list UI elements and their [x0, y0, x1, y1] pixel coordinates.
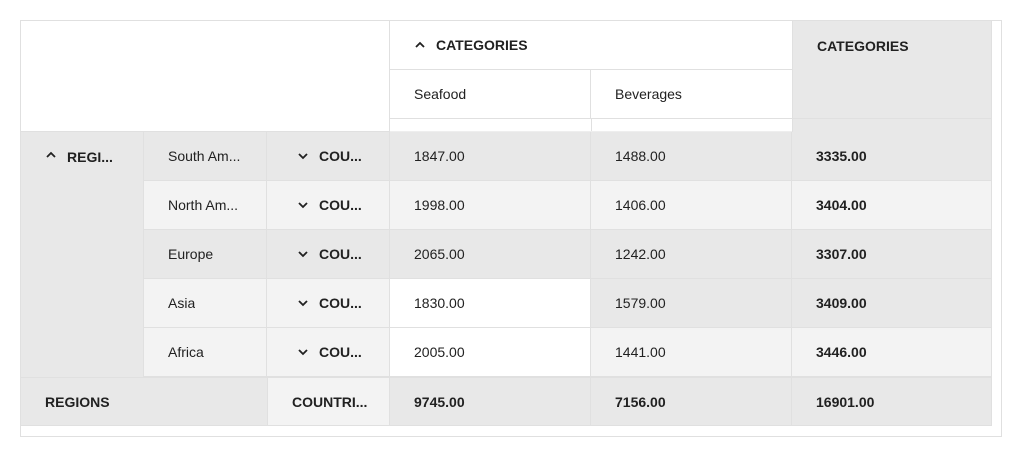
data-cell[interactable]: 2065.00 — [390, 230, 591, 279]
data-cell[interactable]: 2005.00 — [390, 328, 591, 377]
row-dimension-label: REGI... — [67, 149, 113, 165]
column-header-seafood[interactable]: Seafood — [390, 70, 591, 119]
footer-countries-label: COUNTRI... — [292, 393, 368, 410]
chevron-down-icon[interactable] — [297, 297, 309, 309]
region-label: Africa — [168, 344, 204, 360]
chevron-down-icon[interactable] — [297, 346, 309, 358]
grand-total-header-filler — [792, 119, 1001, 132]
column-dimension-label: CATEGORIES — [436, 37, 528, 53]
country-label: COU... — [319, 344, 362, 360]
data-cell[interactable]: 1579.00 — [591, 279, 792, 328]
chevron-down-icon[interactable] — [297, 248, 309, 260]
data-cell[interactable]: 1488.00 — [591, 132, 792, 181]
chevron-down-icon[interactable] — [297, 199, 309, 211]
grand-total-value: 16901.00 — [816, 393, 875, 410]
cell-value: 1847.00 — [414, 148, 465, 164]
data-cell[interactable]: 1441.00 — [591, 328, 792, 377]
column-dimension-header[interactable]: CATEGORIES — [390, 21, 792, 70]
country-label: COU... — [319, 246, 362, 262]
footer-countries-header[interactable]: COUNTRI... — [267, 377, 390, 426]
row-header-region[interactable]: North Am... — [144, 181, 267, 230]
data-cell[interactable]: 1830.00 — [390, 279, 591, 328]
footer-regions-label: REGIONS — [45, 393, 110, 410]
cell-value: 1830.00 — [414, 295, 465, 311]
region-label: Asia — [168, 295, 196, 311]
row-total-cell[interactable]: 3446.00 — [792, 328, 1001, 377]
grand-total-column-header: CATEGORIES — [792, 21, 1001, 119]
cell-value: 2065.00 — [414, 246, 465, 262]
country-label: COU... — [319, 148, 362, 164]
row-header-country-toggle[interactable]: COU... — [267, 181, 390, 230]
row-header-region[interactable]: Africa — [144, 328, 267, 377]
row-header-country-toggle[interactable]: COU... — [267, 279, 390, 328]
cell-value: 1998.00 — [414, 197, 465, 213]
region-label: North Am... — [168, 197, 239, 213]
scroll-gutter — [992, 21, 1001, 436]
footer-regions-header[interactable]: REGIONS — [21, 377, 267, 426]
chevron-down-icon[interactable] — [297, 150, 309, 162]
row-total-value: 3409.00 — [816, 295, 867, 311]
column-header-label: Seafood — [414, 86, 467, 102]
country-label: COU... — [319, 197, 362, 213]
data-cell[interactable]: 1242.00 — [591, 230, 792, 279]
cell-value: 2005.00 — [414, 344, 465, 360]
cell-value: 1242.00 — [615, 246, 666, 262]
chevron-up-icon[interactable] — [45, 149, 57, 161]
cell-value: 1406.00 — [615, 197, 666, 213]
cell-value: 1579.00 — [615, 295, 666, 311]
row-total-value: 3404.00 — [816, 197, 867, 213]
column-total-value: 7156.00 — [615, 393, 666, 410]
pivot-grid: CATEGORIES CATEGORIES Seafood Beverages … — [20, 20, 1002, 437]
row-header-country-toggle[interactable]: COU... — [267, 230, 390, 279]
column-total-value: 9745.00 — [414, 393, 465, 410]
cell-value: 1488.00 — [615, 148, 666, 164]
row-header-country-toggle[interactable]: COU... — [267, 328, 390, 377]
row-header-region[interactable]: South Am... — [144, 132, 267, 181]
row-total-cell[interactable]: 3409.00 — [792, 279, 1001, 328]
region-label: South Am... — [168, 148, 241, 164]
grand-total-cell[interactable]: 16901.00 — [792, 377, 1001, 426]
row-total-cell[interactable]: 3307.00 — [792, 230, 1001, 279]
column-total-cell[interactable]: 9745.00 — [390, 377, 591, 426]
row-header-country-toggle[interactable]: COU... — [267, 132, 390, 181]
row-total-value: 3307.00 — [816, 246, 867, 262]
country-label: COU... — [319, 295, 362, 311]
grand-total-column-label: CATEGORIES — [817, 38, 909, 54]
row-header-region[interactable]: Asia — [144, 279, 267, 328]
row-total-value: 3446.00 — [816, 344, 867, 360]
corner-empty — [21, 21, 390, 132]
row-dimension-header[interactable]: REGI... — [21, 132, 144, 377]
row-header-region[interactable]: Europe — [144, 230, 267, 279]
region-label: Europe — [168, 246, 214, 262]
chevron-up-icon[interactable] — [414, 39, 426, 51]
cell-value: 1441.00 — [615, 344, 666, 360]
column-header-beverages[interactable]: Beverages — [591, 70, 792, 119]
row-total-cell[interactable]: 3404.00 — [792, 181, 1001, 230]
column-total-cell[interactable]: 7156.00 — [591, 377, 792, 426]
data-cell[interactable]: 1998.00 — [390, 181, 591, 230]
column-header-label: Beverages — [615, 86, 682, 102]
data-cell[interactable]: 1406.00 — [591, 181, 792, 230]
row-total-cell[interactable]: 3335.00 — [792, 132, 1001, 181]
row-total-value: 3335.00 — [816, 148, 867, 164]
data-cell[interactable]: 1847.00 — [390, 132, 591, 181]
